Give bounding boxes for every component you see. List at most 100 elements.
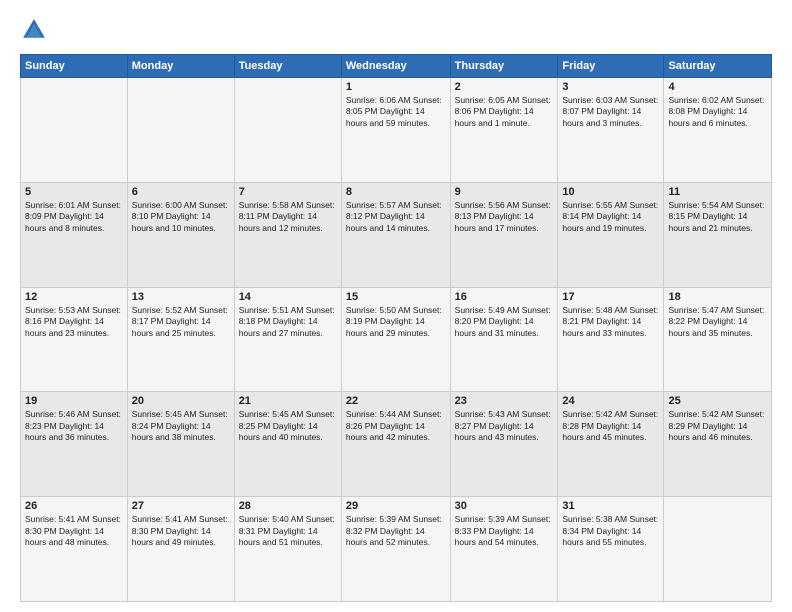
day-number: 1 (346, 81, 446, 93)
day-number: 5 (25, 186, 123, 198)
weekday-header-row: SundayMondayTuesdayWednesdayThursdayFrid… (21, 55, 772, 78)
day-info: Sunrise: 6:01 AM Sunset: 8:09 PM Dayligh… (25, 200, 123, 234)
calendar-cell: 27 Sunrise: 5:41 AM Sunset: 8:30 PM Dayli… (127, 497, 234, 602)
calendar-cell (127, 78, 234, 183)
calendar-cell: 11Sunrise: 5:54 AM Sunset: 8:15 PM Dayli… (664, 182, 772, 287)
day-info: Sunrise: 5:56 AM Sunset: 8:13 PM Dayligh… (455, 200, 554, 234)
day-number: 15 (346, 291, 446, 303)
day-number: 7 (239, 186, 337, 198)
day-info: Sunrise: 6:02 AM Sunset: 8:08 PM Dayligh… (668, 95, 767, 129)
day-info: Sunrise: 5:42 AM Sunset: 8:29 PM Dayligh… (668, 409, 767, 443)
calendar-cell: 30Sunrise: 5:39 AM Sunset: 8:33 PM Dayli… (450, 497, 558, 602)
day-number: 24 (562, 395, 659, 407)
calendar-cell: 29Sunrise: 5:39 AM Sunset: 8:32 PM Dayli… (341, 497, 450, 602)
day-info: Sunrise: 5:57 AM Sunset: 8:12 PM Dayligh… (346, 200, 446, 234)
day-number: 27 (132, 500, 230, 512)
calendar-cell: 21 Sunrise: 5:45 AM Sunset: 8:25 PM Dayli… (234, 392, 341, 497)
calendar-cell: 12Sunrise: 5:53 AM Sunset: 8:16 PM Dayli… (21, 287, 128, 392)
weekday-monday: Monday (127, 55, 234, 78)
header (20, 16, 772, 44)
day-number: 20 (132, 395, 230, 407)
calendar: SundayMondayTuesdayWednesdayThursdayFrid… (20, 54, 772, 602)
calendar-cell: 25 Sunrise: 5:42 AM Sunset: 8:29 PM Dayli… (664, 392, 772, 497)
calendar-cell: 2Sunrise: 6:05 AM Sunset: 8:06 PM Daylig… (450, 78, 558, 183)
day-number: 26 (25, 500, 123, 512)
calendar-cell: 24 Sunrise: 5:42 AM Sunset: 8:28 PM Dayli… (558, 392, 664, 497)
calendar-cell: 8 Sunrise: 5:57 AM Sunset: 8:12 PM Daylig… (341, 182, 450, 287)
calendar-week-1: 5 Sunrise: 6:01 AM Sunset: 8:09 PM Daylig… (21, 182, 772, 287)
day-number: 4 (668, 81, 767, 93)
calendar-table: SundayMondayTuesdayWednesdayThursdayFrid… (20, 54, 772, 602)
weekday-thursday: Thursday (450, 55, 558, 78)
day-number: 28 (239, 500, 337, 512)
calendar-cell: 15 Sunrise: 5:50 AM Sunset: 8:19 PM Dayli… (341, 287, 450, 392)
logo-icon (20, 16, 48, 44)
day-info: Sunrise: 5:52 AM Sunset: 8:17 PM Dayligh… (132, 305, 230, 339)
day-info: Sunrise: 5:42 AM Sunset: 8:28 PM Dayligh… (562, 409, 659, 443)
calendar-cell: 28Sunrise: 5:40 AM Sunset: 8:31 PM Dayli… (234, 497, 341, 602)
page: SundayMondayTuesdayWednesdayThursdayFrid… (0, 0, 792, 612)
day-number: 9 (455, 186, 554, 198)
weekday-wednesday: Wednesday (341, 55, 450, 78)
day-info: Sunrise: 6:00 AM Sunset: 8:10 PM Dayligh… (132, 200, 230, 234)
calendar-cell: 6 Sunrise: 6:00 AM Sunset: 8:10 PM Daylig… (127, 182, 234, 287)
calendar-cell: 7 Sunrise: 5:58 AM Sunset: 8:11 PM Daylig… (234, 182, 341, 287)
calendar-cell: 18Sunrise: 5:47 AM Sunset: 8:22 PM Dayli… (664, 287, 772, 392)
weekday-friday: Friday (558, 55, 664, 78)
day-info: Sunrise: 5:41 AM Sunset: 8:30 PM Dayligh… (132, 514, 230, 548)
day-number: 19 (25, 395, 123, 407)
calendar-cell: 10 Sunrise: 5:55 AM Sunset: 8:14 PM Dayli… (558, 182, 664, 287)
day-info: Sunrise: 5:45 AM Sunset: 8:25 PM Dayligh… (239, 409, 337, 443)
calendar-cell: 26 Sunrise: 5:41 AM Sunset: 8:30 PM Dayli… (21, 497, 128, 602)
day-info: Sunrise: 6:06 AM Sunset: 8:05 PM Dayligh… (346, 95, 446, 129)
calendar-cell (21, 78, 128, 183)
logo (20, 16, 52, 44)
day-info: Sunrise: 5:58 AM Sunset: 8:11 PM Dayligh… (239, 200, 337, 234)
calendar-cell (234, 78, 341, 183)
day-number: 14 (239, 291, 337, 303)
calendar-week-0: 1 Sunrise: 6:06 AM Sunset: 8:05 PM Daylig… (21, 78, 772, 183)
day-number: 25 (668, 395, 767, 407)
day-info: Sunrise: 5:46 AM Sunset: 8:23 PM Dayligh… (25, 409, 123, 443)
day-info: Sunrise: 5:55 AM Sunset: 8:14 PM Dayligh… (562, 200, 659, 234)
calendar-cell (664, 497, 772, 602)
day-number: 6 (132, 186, 230, 198)
day-info: Sunrise: 6:05 AM Sunset: 8:06 PM Dayligh… (455, 95, 554, 129)
day-number: 3 (562, 81, 659, 93)
day-number: 21 (239, 395, 337, 407)
day-info: Sunrise: 5:45 AM Sunset: 8:24 PM Dayligh… (132, 409, 230, 443)
calendar-cell: 16 Sunrise: 5:49 AM Sunset: 8:20 PM Dayli… (450, 287, 558, 392)
day-info: Sunrise: 5:54 AM Sunset: 8:15 PM Dayligh… (668, 200, 767, 234)
day-number: 17 (562, 291, 659, 303)
day-number: 30 (455, 500, 554, 512)
day-info: Sunrise: 6:03 AM Sunset: 8:07 PM Dayligh… (562, 95, 659, 129)
day-number: 10 (562, 186, 659, 198)
day-number: 13 (132, 291, 230, 303)
day-info: Sunrise: 5:47 AM Sunset: 8:22 PM Dayligh… (668, 305, 767, 339)
day-info: Sunrise: 5:51 AM Sunset: 8:18 PM Dayligh… (239, 305, 337, 339)
weekday-tuesday: Tuesday (234, 55, 341, 78)
calendar-cell: 14 Sunrise: 5:51 AM Sunset: 8:18 PM Dayli… (234, 287, 341, 392)
calendar-week-2: 12Sunrise: 5:53 AM Sunset: 8:16 PM Dayli… (21, 287, 772, 392)
day-info: Sunrise: 5:43 AM Sunset: 8:27 PM Dayligh… (455, 409, 554, 443)
day-number: 16 (455, 291, 554, 303)
day-number: 31 (562, 500, 659, 512)
day-number: 8 (346, 186, 446, 198)
day-info: Sunrise: 5:44 AM Sunset: 8:26 PM Dayligh… (346, 409, 446, 443)
weekday-sunday: Sunday (21, 55, 128, 78)
calendar-cell: 13 Sunrise: 5:52 AM Sunset: 8:17 PM Dayli… (127, 287, 234, 392)
day-info: Sunrise: 5:41 AM Sunset: 8:30 PM Dayligh… (25, 514, 123, 548)
calendar-cell: 4 Sunrise: 6:02 AM Sunset: 8:08 PM Daylig… (664, 78, 772, 183)
day-info: Sunrise: 5:38 AM Sunset: 8:34 PM Dayligh… (562, 514, 659, 548)
day-number: 29 (346, 500, 446, 512)
day-info: Sunrise: 5:49 AM Sunset: 8:20 PM Dayligh… (455, 305, 554, 339)
day-info: Sunrise: 5:50 AM Sunset: 8:19 PM Dayligh… (346, 305, 446, 339)
calendar-cell: 9 Sunrise: 5:56 AM Sunset: 8:13 PM Daylig… (450, 182, 558, 287)
calendar-cell: 20 Sunrise: 5:45 AM Sunset: 8:24 PM Dayli… (127, 392, 234, 497)
day-number: 23 (455, 395, 554, 407)
calendar-cell: 5 Sunrise: 6:01 AM Sunset: 8:09 PM Daylig… (21, 182, 128, 287)
calendar-cell: 22Sunrise: 5:44 AM Sunset: 8:26 PM Dayli… (341, 392, 450, 497)
day-number: 12 (25, 291, 123, 303)
day-info: Sunrise: 5:48 AM Sunset: 8:21 PM Dayligh… (562, 305, 659, 339)
weekday-saturday: Saturday (664, 55, 772, 78)
